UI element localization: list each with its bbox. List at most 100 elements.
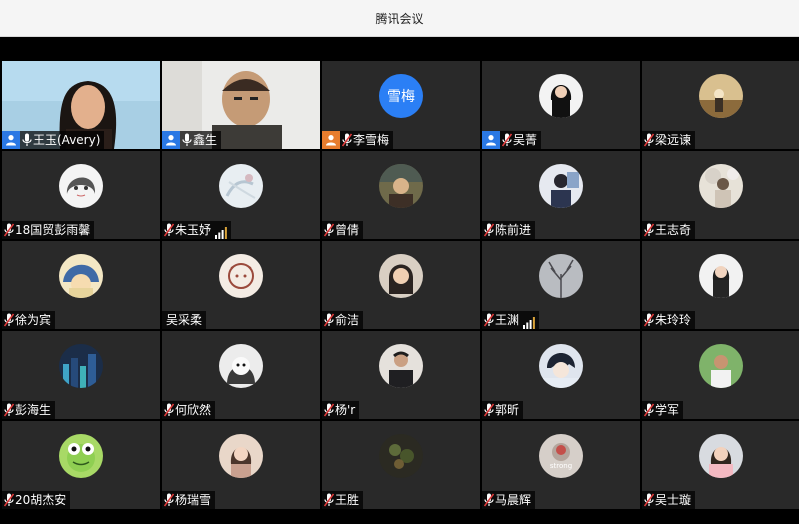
avatar — [539, 74, 583, 118]
avatar — [59, 164, 103, 208]
participant-name: 曾倩 — [335, 223, 360, 237]
participant-name: 陈前进 — [495, 223, 532, 237]
participant-tile[interactable]: 杨'r — [322, 331, 480, 419]
nameplate: 陈前进 — [482, 221, 536, 239]
participant-tile[interactable]: 陈前进 — [482, 151, 640, 239]
participant-tile[interactable]: 徐为宾 — [2, 241, 160, 329]
nameplate: 18国贸彭雨馨 — [2, 221, 95, 239]
mic-muted-icon — [482, 222, 495, 238]
participant-name: 吴士璇 — [655, 493, 692, 507]
participant-name: 鑫生 — [193, 133, 218, 147]
mic-muted-icon — [2, 222, 15, 238]
participant-tile[interactable]: 曾倩 — [322, 151, 480, 239]
participant-tile[interactable]: 朱玉妤 — [162, 151, 320, 239]
participant-tile[interactable]: 郭昕 — [482, 331, 640, 419]
participant-tile[interactable]: 王渊 — [482, 241, 640, 329]
nameplate: 郭昕 — [482, 401, 524, 419]
nameplate: 杨'r — [322, 401, 360, 419]
participant-tile[interactable]: 雪梅 李雪梅 — [322, 61, 480, 149]
participant-tile[interactable]: 王玉(Avery) — [2, 61, 160, 149]
participant-tile[interactable]: 18国贸彭雨馨 — [2, 151, 160, 239]
title-bar: 腾讯会议 — [0, 0, 799, 37]
participant-tile[interactable]: 王志奇 — [642, 151, 799, 239]
avatar — [539, 164, 583, 208]
participant-tile[interactable]: 俞洁 — [322, 241, 480, 329]
participant-tile[interactable]: 吴菁 — [482, 61, 640, 149]
avatar — [699, 344, 743, 388]
participant-tile[interactable]: 杨瑞雪 — [162, 421, 320, 509]
avatar-caption: strong — [549, 462, 573, 470]
participant-name: 王志奇 — [655, 223, 692, 237]
participant-name: 王胜 — [335, 493, 360, 507]
participant-tile[interactable]: 彭海生 — [2, 331, 160, 419]
nameplate: 朱玲玲 — [642, 311, 696, 329]
nameplate: 杨瑞雪 — [162, 491, 216, 509]
mic-on-icon — [180, 132, 193, 148]
participant-name: 郭昕 — [495, 403, 520, 417]
nameplate: 王渊 — [482, 311, 540, 329]
mic-muted-icon — [322, 222, 335, 238]
nameplate: 徐为宾 — [2, 311, 56, 329]
nameplate: 俞洁 — [322, 311, 364, 329]
host-badge-icon — [2, 131, 20, 149]
cohost-badge-icon — [322, 131, 340, 149]
participant-tile[interactable]: 王胜 — [322, 421, 480, 509]
avatar — [219, 254, 263, 298]
mic-muted-icon — [162, 492, 175, 508]
participant-tile[interactable]: strong 马晨辉 — [482, 421, 640, 509]
participant-name: 俞洁 — [335, 313, 360, 327]
avatar — [699, 164, 743, 208]
nameplate: 马晨辉 — [482, 491, 536, 509]
mic-muted-icon — [500, 132, 513, 148]
top-strip — [0, 37, 799, 61]
nameplate: 彭海生 — [2, 401, 56, 419]
mic-muted-icon — [340, 132, 353, 148]
participant-tile[interactable]: 学军 — [642, 331, 799, 419]
avatar — [699, 254, 743, 298]
participant-name: 20胡杰安 — [15, 493, 67, 507]
participant-name: 学军 — [655, 403, 680, 417]
mic-muted-icon — [482, 402, 495, 418]
mic-on-icon — [20, 132, 33, 148]
avatar — [379, 164, 423, 208]
participant-tile[interactable]: 何欣然 — [162, 331, 320, 419]
participant-name: 徐为宾 — [15, 313, 52, 327]
host-badge-icon — [482, 131, 500, 149]
participant-name: 李雪梅 — [353, 133, 390, 147]
nameplate: 吴士璇 — [642, 491, 696, 509]
participant-name: 吴采柔 — [166, 313, 203, 327]
participant-tile[interactable]: 吴采柔 — [162, 241, 320, 329]
participant-name: 18国贸彭雨馨 — [15, 223, 91, 237]
avatar — [379, 344, 423, 388]
participant-tile[interactable]: 梁远谏 — [642, 61, 799, 149]
nameplate: 吴采柔 — [162, 311, 207, 329]
mic-muted-icon — [162, 222, 175, 238]
participant-name: 朱玲玲 — [655, 313, 692, 327]
nameplate: 曾倩 — [322, 221, 364, 239]
nameplate: 李雪梅 — [322, 131, 394, 149]
mic-muted-icon — [322, 402, 335, 418]
participant-name: 何欣然 — [175, 403, 212, 417]
nameplate: 20胡杰安 — [2, 491, 71, 509]
participant-name: 王渊 — [495, 313, 520, 327]
participant-tile[interactable]: 吴士璇 — [642, 421, 799, 509]
mic-muted-icon — [642, 132, 655, 148]
mic-muted-icon — [642, 402, 655, 418]
avatar — [59, 254, 103, 298]
nameplate: 何欣然 — [162, 401, 216, 419]
participant-name: 马晨辉 — [495, 493, 532, 507]
participant-name: 朱玉妤 — [175, 223, 212, 237]
participant-tile[interactable]: 20胡杰安 — [2, 421, 160, 509]
participant-tile[interactable]: 鑫生 — [162, 61, 320, 149]
participant-tile[interactable]: 朱玲玲 — [642, 241, 799, 329]
participant-name: 彭海生 — [15, 403, 52, 417]
mic-muted-icon — [2, 492, 15, 508]
host-badge-icon — [162, 131, 180, 149]
mic-muted-icon — [322, 492, 335, 508]
avatar — [539, 344, 583, 388]
mic-muted-icon — [2, 402, 15, 418]
signal-strength-icon — [215, 224, 227, 239]
mic-muted-icon — [482, 492, 495, 508]
mic-muted-icon — [642, 312, 655, 328]
mic-muted-icon — [322, 312, 335, 328]
